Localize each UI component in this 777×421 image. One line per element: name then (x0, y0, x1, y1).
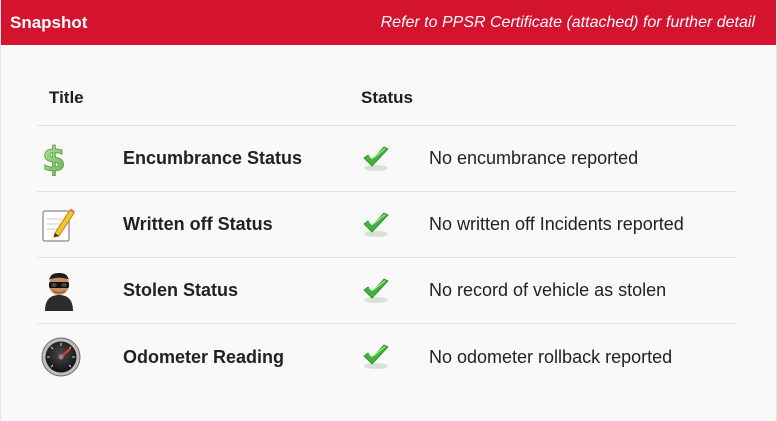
table-row: $ Encumbrance Status No encumbrance repo… (37, 126, 737, 192)
row-status-description: No encumbrance reported (429, 148, 639, 168)
status-table: Title Status $ Encumbrance Status No enc… (37, 70, 737, 390)
table-header-row: Title Status (37, 70, 737, 126)
notepad-pencil-icon (37, 207, 123, 243)
row-title: Encumbrance Status (123, 148, 303, 168)
row-status-description: No written off Incidents reported (429, 214, 684, 234)
check-icon (361, 146, 429, 172)
row-title: Written off Status (123, 214, 273, 234)
title-column-header: Title (49, 87, 84, 107)
svg-text:$: $ (42, 142, 66, 176)
snapshot-title: Snapshot (10, 12, 88, 32)
certificate-note: Refer to PPSR Certificate (attached) for… (380, 13, 755, 31)
check-icon (361, 212, 429, 238)
snapshot-panel: Snapshot Refer to PPSR Certificate (atta… (0, 0, 777, 421)
row-status-description: No record of vehicle as stolen (429, 280, 667, 300)
table-row: Stolen Status No record of vehicle as st… (37, 258, 737, 324)
table-row: Written off Status No written off Incide… (37, 192, 737, 258)
dollar-sign-icon: $ (37, 142, 123, 176)
status-column-header: Status (361, 87, 413, 107)
speedometer-icon (37, 337, 123, 377)
row-title: Stolen Status (123, 280, 239, 300)
check-icon (361, 344, 429, 370)
thief-icon (37, 271, 123, 311)
check-icon (361, 278, 429, 304)
row-title: Odometer Reading (123, 346, 285, 367)
row-status-description: No odometer rollback reported (429, 346, 673, 367)
snapshot-header: Snapshot Refer to PPSR Certificate (atta… (1, 0, 776, 45)
table-row: Odometer Reading No odometer rollback re… (37, 324, 737, 390)
